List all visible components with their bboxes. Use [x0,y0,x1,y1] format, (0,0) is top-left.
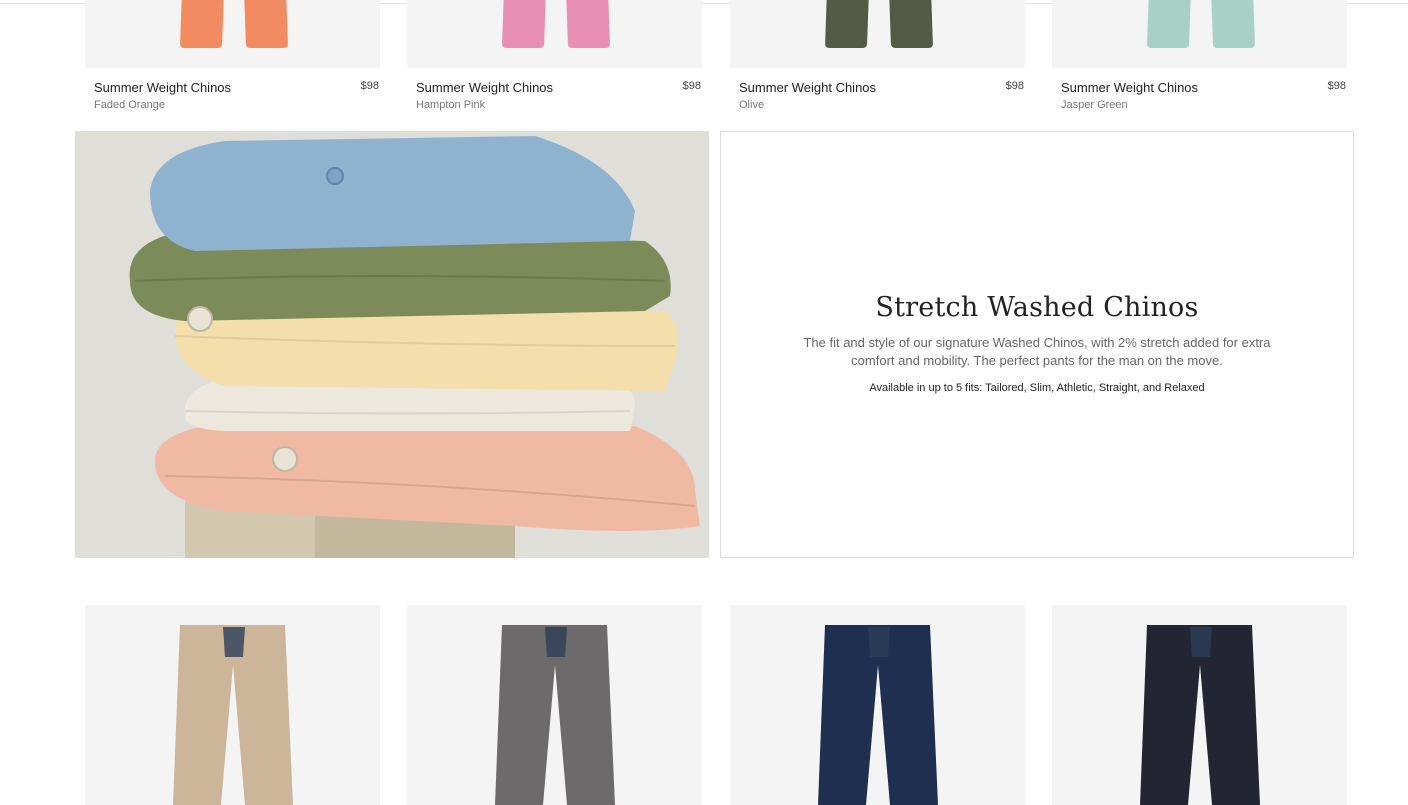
folded-chinos-stack-photo [75,131,709,558]
chinos-leg-right [888,0,934,48]
product-color: Jasper Green [1061,99,1128,111]
product-card[interactable]: Summer Weight Chinos $98 Faded Orange [85,0,380,112]
product-image[interactable] [1052,0,1347,68]
hero-panel: Stretch Washed Chinos The fit and style … [720,131,1354,558]
product-name[interactable]: Summer Weight Chinos [1061,80,1198,95]
product-color: Faded Orange [94,99,165,111]
chinos-leg-left [824,0,870,48]
product-name[interactable]: Summer Weight Chinos [416,80,553,95]
product-name[interactable]: Summer Weight Chinos [94,80,231,95]
product-image[interactable] [407,0,702,68]
product-card[interactable]: Summer Weight Chinos $98 Hampton Pink [407,0,702,112]
product-price: $98 [682,80,701,92]
product-color: Hampton Pink [416,99,486,111]
product-price: $98 [1005,80,1024,92]
product-color: Olive [739,99,765,111]
khaki-chinos-image[interactable] [85,605,380,805]
black-chinos-image[interactable] [1052,605,1347,805]
chinos-leg-right [243,0,289,48]
product-price: $98 [1327,80,1346,92]
hero-fits: Available in up to 5 fits: Tailored, Sli… [869,382,1205,394]
product-name[interactable]: Summer Weight Chinos [739,80,876,95]
chinos-leg-left [1146,0,1192,48]
product-image[interactable] [85,0,380,68]
chinos-leg-right [565,0,611,48]
product-card[interactable]: Summer Weight Chinos $98 Jasper Green [1052,0,1347,112]
hero-title: Stretch Washed Chinos [875,292,1199,323]
navy-chinos-image[interactable] [730,605,1025,805]
hero-description: The fit and style of our signature Washe… [803,335,1271,368]
product-price: $98 [360,80,379,92]
chinos-leg-right [1210,0,1256,48]
chinos-leg-left [501,0,547,48]
grey-chinos-image[interactable] [407,605,702,805]
chinos-leg-left [179,0,225,48]
product-card[interactable]: Summer Weight Chinos $98 Olive [730,0,1025,112]
product-image[interactable] [730,0,1025,68]
